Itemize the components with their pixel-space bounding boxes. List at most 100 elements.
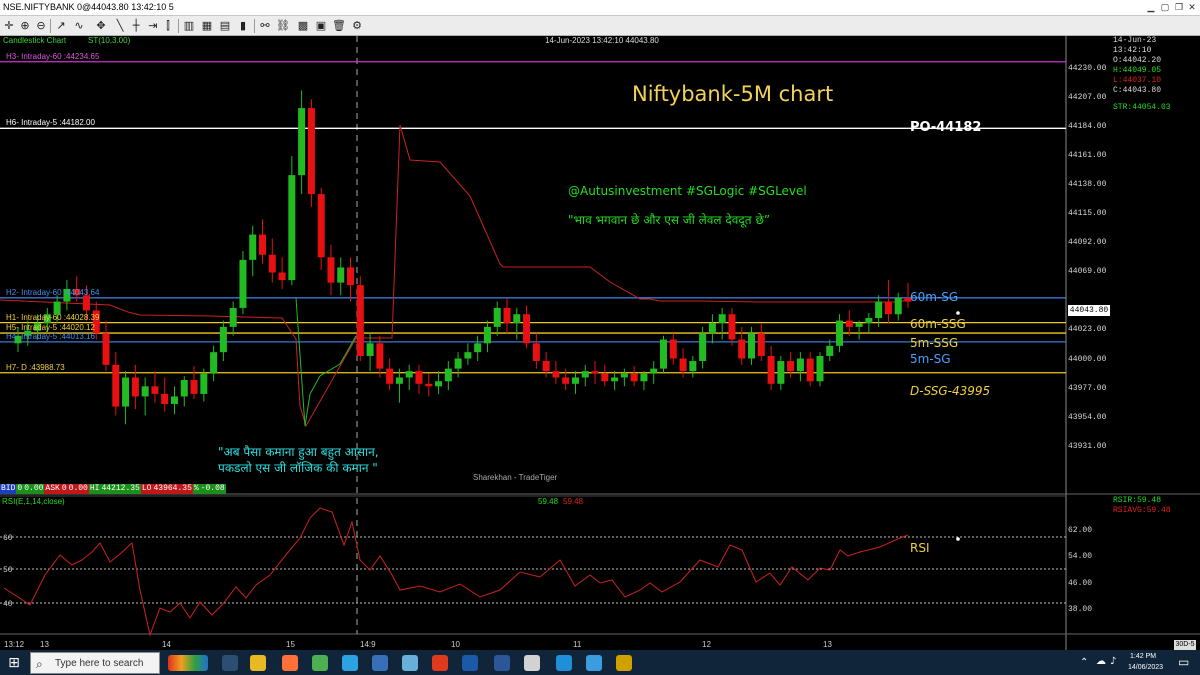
- candle-body: [738, 339, 746, 359]
- monitor-icon[interactable]: [586, 655, 602, 671]
- candlestick-icon[interactable]: ▥: [182, 19, 196, 33]
- settings-app-icon[interactable]: [616, 655, 632, 671]
- candle-body: [483, 326, 491, 344]
- rsi-annotation: RSI: [910, 541, 930, 555]
- settings-icon[interactable]: ⚙: [350, 19, 364, 33]
- file-explorer-icon[interactable]: [250, 655, 266, 671]
- windows-start-icon[interactable]: ⊞: [6, 655, 22, 671]
- candle-body: [141, 386, 149, 397]
- chart-type-icon[interactable]: ▤: [218, 19, 232, 33]
- candle-body: [718, 314, 726, 324]
- telegram-icon[interactable]: [342, 655, 358, 671]
- candle-body: [317, 194, 325, 258]
- candle-body: [836, 320, 844, 346]
- cursor-info: 14-Jun-2023 13:42:10 44043.80: [545, 36, 659, 45]
- candle-body: [523, 314, 531, 344]
- candle-body: [131, 377, 139, 397]
- level-tag: 60m-SSG: [910, 317, 966, 331]
- candle-body: [112, 364, 120, 407]
- calculator-icon[interactable]: ▦: [200, 19, 214, 33]
- bid-qty: 0: [16, 484, 24, 494]
- arrow-icon[interactable]: ⇥: [146, 19, 160, 33]
- word-icon[interactable]: [494, 655, 510, 671]
- trendline-icon[interactable]: ╲: [114, 19, 126, 33]
- candle-body: [210, 352, 218, 374]
- sas-icon[interactable]: [462, 655, 478, 671]
- link-icon[interactable]: ⚯: [258, 19, 272, 33]
- close-icon[interactable]: ✕: [1187, 2, 1197, 12]
- rsiavg-value: RSIAVG:59.48: [1113, 506, 1171, 515]
- candle-body: [298, 108, 306, 176]
- multi-app-icon[interactable]: [168, 655, 208, 671]
- candlestick-chart[interactable]: [0, 36, 1200, 650]
- template-icon[interactable]: ▣: [314, 19, 328, 33]
- zoom-in-icon[interactable]: ⊕: [18, 19, 32, 33]
- window-title: NSE.NIFTYBANK 0@44043.80 13:42:10 5: [3, 2, 174, 12]
- task-view-icon[interactable]: [222, 655, 238, 671]
- tags-annotation: @Autusinvestment #SGLogic #SGLevel: [568, 184, 807, 198]
- info-high: H:44049.05: [1113, 66, 1162, 75]
- candle-body: [611, 377, 619, 382]
- level-tag: D-SSG-43995: [910, 384, 991, 398]
- pattern-icon[interactable]: ✥: [92, 19, 110, 33]
- candle-body: [327, 257, 335, 283]
- candle-body: [366, 343, 374, 356]
- candle-body: [425, 383, 433, 387]
- candle-body: [748, 333, 756, 359]
- candle-body: [356, 285, 364, 356]
- network-icon[interactable]: ☁: [1096, 656, 1106, 667]
- quote-annotation-1: "भाव भगवान छे और एस जी लेवल देवदूत छे”: [568, 213, 771, 227]
- minimize-icon[interactable]: ▁: [1146, 2, 1156, 12]
- firefox-icon[interactable]: [282, 655, 298, 671]
- rsi-panel-label: RSI(E,1,14,close): [2, 497, 65, 506]
- level-tag: 5m-SG: [910, 352, 951, 366]
- candle-body: [376, 343, 384, 369]
- chart-type-label: Candlestick Chart: [3, 36, 67, 45]
- timeframe-box[interactable]: 30D-5: [1174, 640, 1196, 650]
- edge-icon[interactable]: [556, 655, 572, 671]
- watermark: Sharekhan - TradeTiger: [473, 473, 558, 482]
- candle-body: [474, 343, 482, 353]
- search-placeholder: Type here to search: [55, 658, 144, 669]
- candle-body: [347, 267, 355, 286]
- candle-body: [865, 318, 873, 324]
- level-label: H2- Intraday-60 :44043.64: [6, 287, 100, 297]
- hline-icon[interactable]: ┼: [130, 19, 142, 33]
- app-icon[interactable]: [372, 655, 388, 671]
- crosshair-icon[interactable]: ✛: [2, 19, 16, 33]
- zoom-out-icon[interactable]: ⊖: [34, 19, 48, 33]
- quote-annotation-2b: पकडलो एस जी लॉजिक की कमान ": [218, 461, 378, 475]
- candle-body: [229, 307, 237, 327]
- tool-icon[interactable]: [524, 655, 540, 671]
- restore-icon[interactable]: ❐: [1174, 2, 1184, 12]
- taskbar-search-box[interactable]: ⌕ Type here to search: [30, 652, 160, 674]
- price-tick: 43954.00: [1068, 412, 1107, 422]
- candle-body: [249, 234, 257, 260]
- ask-label: ASK: [44, 484, 61, 494]
- notification-icon[interactable]: ▭: [1178, 655, 1189, 669]
- trading-app: NSE.NIFTYBANK 0@44043.80 13:42:10 5 ▁ ▢ …: [0, 0, 1200, 675]
- bar-chart-icon[interactable]: ▮: [236, 19, 250, 33]
- level-tag: 5m-SSG: [910, 336, 959, 350]
- time-tick: 14: [162, 640, 171, 649]
- maximize-icon[interactable]: ▢: [1160, 2, 1170, 12]
- rsi-left-tick: 40: [3, 600, 13, 609]
- candle-body: [503, 307, 511, 324]
- line-draw-icon[interactable]: ↗: [54, 19, 68, 33]
- candle-body: [122, 377, 130, 407]
- volume-icon[interactable]: ♪: [1110, 656, 1116, 667]
- level-label: H5- Intraday-5 :44020.12: [6, 323, 95, 333]
- candle-body: [581, 371, 589, 378]
- sharekhan-icon[interactable]: [432, 655, 448, 671]
- chrome-icon[interactable]: [312, 655, 328, 671]
- link-chain-icon[interactable]: ⛓: [274, 19, 292, 33]
- vline-icon[interactable]: ⫿: [162, 19, 174, 33]
- fibonacci-icon[interactable]: ∿: [70, 19, 88, 33]
- delete-icon[interactable]: 🗑: [332, 19, 346, 33]
- time-tick: 10: [451, 640, 460, 649]
- grid-icon[interactable]: ▩: [296, 19, 310, 33]
- taskbar-time: 1:42 PM: [1130, 653, 1157, 660]
- notepad-icon[interactable]: [402, 655, 418, 671]
- candle-body: [180, 380, 188, 397]
- tray-chevron-icon[interactable]: ⌃: [1080, 657, 1088, 668]
